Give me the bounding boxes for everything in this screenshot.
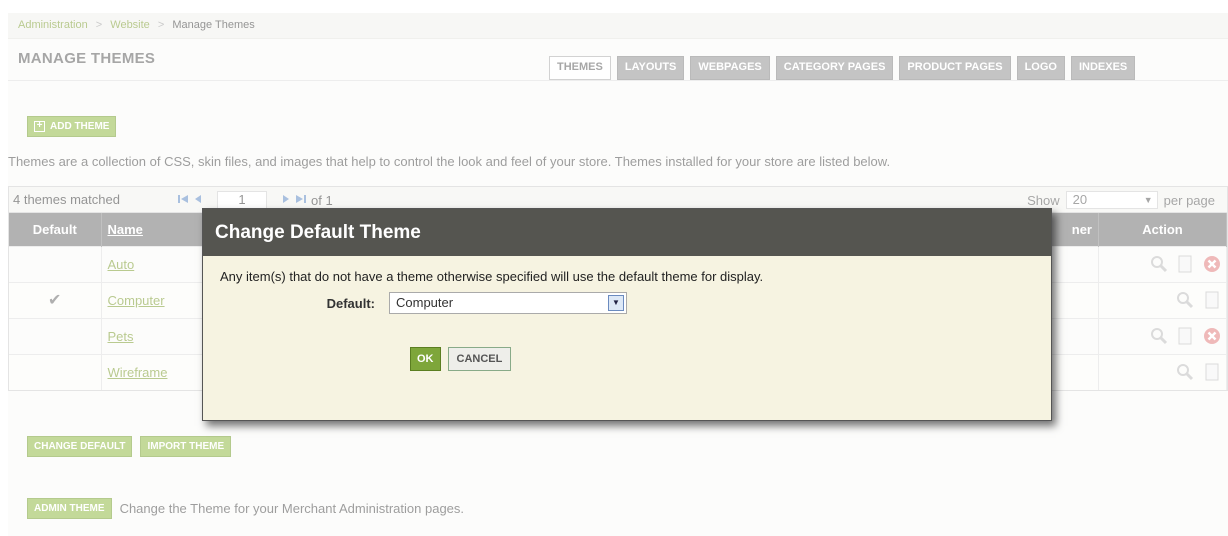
default-field-row: Default: Computer ▼ <box>203 292 627 314</box>
chevron-down-icon[interactable]: ▼ <box>608 295 624 311</box>
change-default-theme-dialog: Change Default Theme Any item(s) that do… <box>202 208 1052 421</box>
default-label: Default: <box>326 295 375 311</box>
cancel-button[interactable]: CANCEL <box>447 347 512 371</box>
ok-button[interactable]: OK <box>410 347 441 371</box>
dialog-buttons: OK CANCEL <box>410 347 512 371</box>
dialog-title: Change Default Theme <box>203 209 1051 256</box>
default-theme-select[interactable]: Computer ▼ <box>389 292 627 314</box>
dialog-message: Any item(s) that do not have a theme oth… <box>220 269 764 284</box>
default-theme-value: Computer <box>396 295 454 310</box>
